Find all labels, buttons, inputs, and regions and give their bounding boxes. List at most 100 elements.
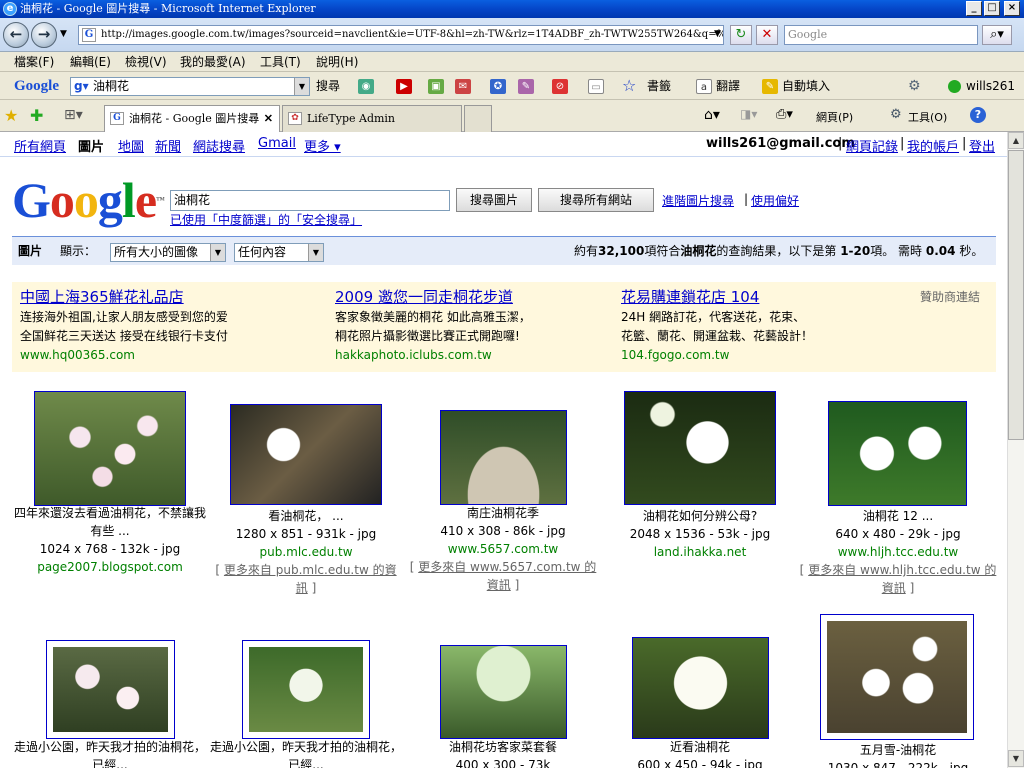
query-dropdown-icon[interactable]: ▼: [294, 78, 309, 95]
address-dropdown-icon[interactable]: ▼: [714, 29, 721, 39]
quick-search-button[interactable]: ⌕▾: [982, 25, 1012, 45]
ad-title[interactable]: 中國上海365鮮花礼品店: [20, 286, 300, 308]
result-image[interactable]: [820, 614, 974, 740]
maximize-button[interactable]: □: [984, 1, 1000, 16]
refresh-button[interactable]: ↻: [730, 25, 752, 45]
gbar-more[interactable]: 更多 ▾: [304, 136, 341, 155]
toolbar-account[interactable]: wills261: [966, 72, 1015, 100]
menu-tools[interactable]: 工具(T): [260, 52, 301, 72]
size-select[interactable]: 所有大小的圖像 ▼: [110, 243, 226, 262]
print-icon[interactable]: ⎙▾: [776, 107, 793, 122]
ad-item[interactable]: 中國上海365鮮花礼品店 连接海外祖国,让家人朋友感受到您的爱 全国鲜花三天送达…: [20, 286, 300, 364]
my-account-link[interactable]: 我的帳戶: [907, 136, 959, 155]
add-favorite-icon[interactable]: ✚: [30, 106, 43, 125]
compass-icon[interactable]: ✪: [490, 79, 506, 94]
feeds-icon[interactable]: ◨▾: [740, 107, 757, 121]
result-image[interactable]: [242, 640, 370, 739]
google-toolbar-logo[interactable]: Google: [14, 72, 59, 100]
result-site[interactable]: pub.mlc.edu.tw: [212, 543, 400, 561]
scroll-down-icon[interactable]: ▼: [1008, 750, 1024, 767]
toolbar-search-input[interactable]: g▾ 油桐花 ▼: [70, 77, 310, 96]
ad-title[interactable]: 花易購連鎖花店 104: [621, 286, 901, 308]
menu-file[interactable]: 檔案(F): [14, 52, 54, 72]
favorites-star-icon[interactable]: ★: [4, 106, 18, 125]
highlight-icon[interactable]: ▭: [588, 79, 604, 94]
search-web-button[interactable]: 搜尋所有網站: [538, 188, 654, 212]
address-input[interactable]: G http://images.google.com.tw/images?sou…: [78, 25, 724, 45]
toolbar-search-button[interactable]: 搜尋: [316, 72, 340, 100]
ad-item[interactable]: 花易購連鎖花店 104 24H 網路訂花，代客送花，花束、 花籃、蘭花、開運盆栽…: [621, 286, 901, 364]
content-type-select[interactable]: 任何內容 ▼: [234, 243, 324, 262]
minimize-button[interactable]: _: [966, 1, 982, 16]
more-from-site-link[interactable]: 更多來自 www.hljh.tcc.edu.tw 的資訊: [808, 563, 996, 595]
gbar-news[interactable]: 新聞: [155, 136, 181, 155]
gbar-maps[interactable]: 地圖: [118, 136, 144, 155]
stop-button[interactable]: ✕: [756, 25, 778, 45]
translate-button[interactable]: 翻譯: [716, 72, 740, 100]
history-dropdown-icon[interactable]: ▼: [60, 29, 67, 39]
result-site[interactable]: land.ihakka.net: [612, 543, 788, 561]
home-icon[interactable]: ⌂▾: [704, 107, 720, 123]
menu-edit[interactable]: 編輯(E): [70, 52, 111, 72]
safesearch-link[interactable]: 已使用「中度篩選」的「安全搜尋」: [170, 211, 362, 228]
star-bookmark-icon[interactable]: ☆: [622, 72, 636, 100]
close-tab-icon[interactable]: ✕: [264, 106, 273, 131]
web-history-link[interactable]: 網頁記錄: [846, 136, 898, 155]
tab-lifetype-admin[interactable]: ✿ LifeType Admin: [282, 105, 462, 132]
gmail-icon[interactable]: ✉: [455, 79, 471, 94]
google-logo[interactable]: Google™: [12, 172, 165, 228]
scroll-thumb[interactable]: [1008, 150, 1024, 440]
result-site[interactable]: www.hljh.tcc.edu.tw: [798, 543, 998, 561]
ad-url[interactable]: 104.fgogo.com.tw: [621, 346, 901, 364]
scroll-up-icon[interactable]: ▲: [1008, 132, 1024, 149]
autofill-button[interactable]: 自動填入: [782, 72, 830, 100]
menu-help[interactable]: 說明(H): [316, 52, 358, 72]
logout-link[interactable]: 登出: [969, 136, 995, 155]
ad-url[interactable]: www.hq00365.com: [20, 346, 300, 364]
preferences-link[interactable]: 使用偏好: [751, 192, 799, 209]
gbar-blogsearch[interactable]: 網誌搜尋: [193, 136, 245, 155]
gbar-gmail[interactable]: Gmail: [258, 136, 296, 151]
search-input[interactable]: 油桐花: [170, 190, 450, 211]
tools-menu[interactable]: 工具(O): [908, 109, 947, 125]
vertical-scrollbar[interactable]: ▲ ▼: [1007, 132, 1024, 768]
search-images-button[interactable]: 搜尋圖片: [456, 188, 532, 212]
sidewiki-icon[interactable]: ◉: [358, 79, 374, 94]
help-icon[interactable]: ?: [970, 107, 986, 123]
result-site[interactable]: www.5657.com.tw: [404, 540, 602, 558]
blocker-icon[interactable]: ⊘: [552, 79, 568, 94]
tab-google-images[interactable]: G 油桐花 - Google 圖片搜尋 ✕: [104, 105, 280, 132]
more-from-site-link[interactable]: 更多來自 www.5657.com.tw 的資訊: [418, 560, 596, 592]
advanced-image-search-link[interactable]: 進階圖片搜尋: [662, 192, 734, 209]
ad-url[interactable]: hakkaphoto.iclubs.com.tw: [335, 346, 615, 364]
photos-icon[interactable]: ▣: [428, 79, 444, 94]
result-image[interactable]: [440, 645, 567, 739]
result-image[interactable]: [624, 391, 776, 505]
result-image[interactable]: [230, 404, 382, 505]
more-from-site-link[interactable]: 更多來自 pub.mlc.edu.tw 的資訊: [224, 563, 397, 595]
sep: |: [744, 192, 749, 206]
result-image[interactable]: [632, 637, 769, 739]
bookmarks-button[interactable]: 書籤: [647, 72, 671, 100]
close-window-button[interactable]: ×: [1004, 1, 1020, 16]
result-image[interactable]: [46, 640, 175, 739]
new-tab-button[interactable]: [464, 105, 492, 132]
share-icon[interactable]: ✎: [518, 79, 534, 94]
ad-item[interactable]: 2009 邀您一同走桐花步道 客家象徵美麗的桐花 如此高雅玉潔， 桐花照片攝影徵…: [335, 286, 615, 364]
gbar-web[interactable]: 所有網頁: [14, 136, 66, 155]
menu-view[interactable]: 檢視(V): [125, 52, 167, 72]
youtube-icon[interactable]: ▶: [396, 79, 412, 94]
back-button[interactable]: ←: [3, 22, 29, 48]
result-image[interactable]: [828, 401, 967, 506]
window-title: 油桐花 - Google 圖片搜尋 - Microsoft Internet E…: [20, 2, 316, 15]
ad-title[interactable]: 2009 邀您一同走桐花步道: [335, 286, 615, 308]
result-image[interactable]: [440, 410, 567, 505]
wrench-icon[interactable]: ⚙: [908, 72, 921, 100]
result-site[interactable]: page2007.blogspot.com: [14, 558, 206, 576]
quick-tabs-icon[interactable]: ⊞▾: [64, 107, 83, 123]
quick-search-input[interactable]: Google: [784, 25, 978, 45]
page-menu[interactable]: 網頁(P): [816, 109, 853, 125]
result-image[interactable]: [34, 391, 186, 506]
menu-favorites[interactable]: 我的最愛(A): [180, 52, 246, 72]
forward-button[interactable]: →: [31, 22, 57, 48]
